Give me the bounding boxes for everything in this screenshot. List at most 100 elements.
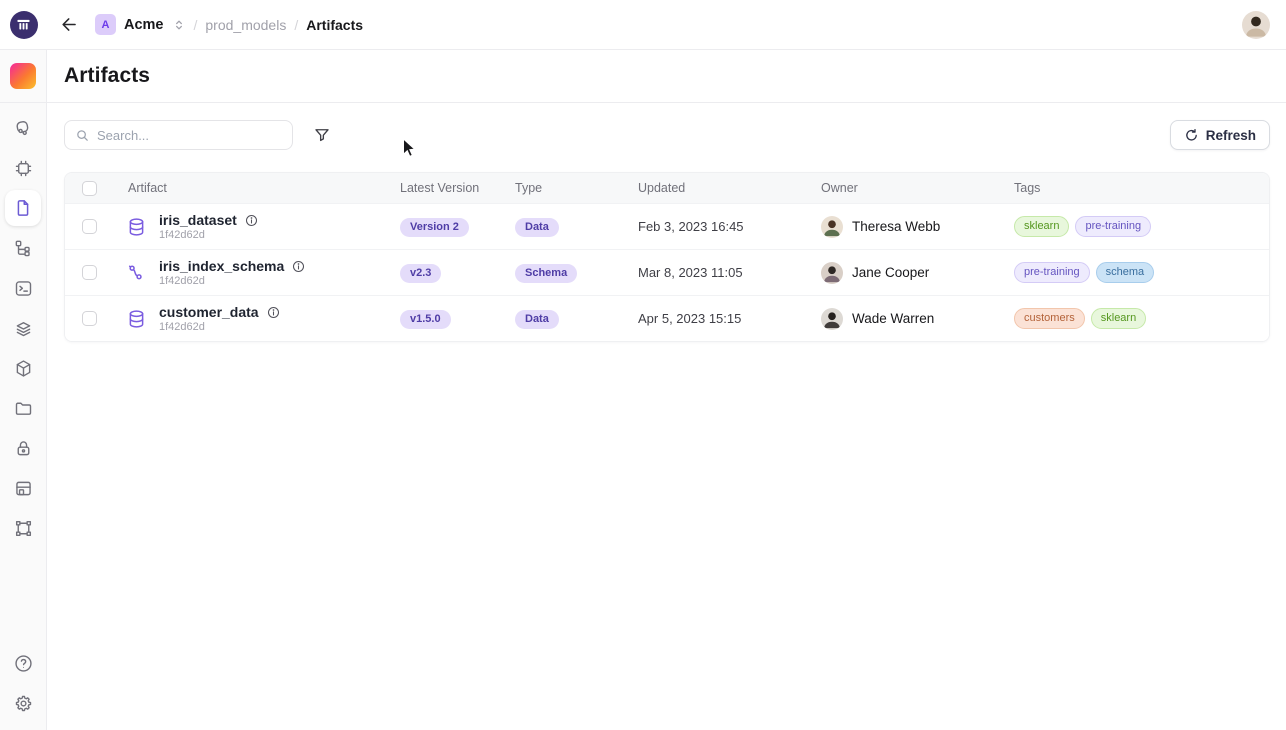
org-name[interactable]: Acme [124,17,164,33]
artifact-hash: 1f42d62d [159,321,281,333]
sidebar-item-lineage[interactable] [3,228,43,268]
sidebar [0,50,47,730]
column-header-artifact[interactable]: Artifact [111,181,400,195]
column-header-type[interactable]: Type [515,181,638,195]
owner-avatar [821,308,843,330]
topbar: A Acme / prod_models / Artifacts [0,0,1286,50]
updated-timestamp: Feb 3, 2023 16:45 [638,219,821,234]
tag[interactable]: sklearn [1014,216,1069,237]
version-badge[interactable]: Version 2 [400,218,469,237]
terminal-icon [13,278,34,299]
table-row[interactable]: iris_index_schema 1f42d62d v2.3 Schema M… [65,249,1269,295]
chip-icon [13,158,34,179]
tag[interactable]: schema [1096,262,1155,283]
updated-timestamp: Mar 8, 2023 11:05 [638,265,821,280]
sidebar-item-sweeps[interactable] [3,108,43,148]
lasso-icon [13,118,34,139]
select-all-checkbox[interactable] [82,181,97,196]
org-badge[interactable]: A [95,14,116,35]
sidebar-item-store[interactable] [3,468,43,508]
type-badge[interactable]: Schema [515,264,577,283]
table-row[interactable]: iris_dataset 1f42d62d Version 2 Data Feb… [65,203,1269,249]
artifacts-table: Artifact Latest Version Type Updated Own… [64,172,1270,342]
sidebar-item-terminal[interactable] [3,268,43,308]
artifact-name[interactable]: customer_data [159,304,259,320]
owner-name: Jane Cooper [852,265,929,280]
owner-avatar [821,262,843,284]
tag[interactable]: customers [1014,308,1085,329]
page-title: Artifacts [64,64,150,88]
torii-logo-icon [10,11,38,39]
refresh-label: Refresh [1206,128,1256,143]
sidebar-item-files[interactable] [3,388,43,428]
gear-icon [13,693,34,714]
info-icon[interactable] [291,259,306,274]
toolbar: Refresh [64,120,1270,150]
row-checkbox[interactable] [82,311,97,326]
schema-icon [126,262,147,284]
artifact-name[interactable]: iris_dataset [159,212,237,228]
search-box[interactable] [64,120,293,150]
search-input[interactable] [97,128,282,143]
frame-icon [13,518,34,539]
arrow-left-icon [60,15,79,34]
back-button[interactable] [55,11,83,39]
type-badge[interactable]: Data [515,218,559,237]
sidebar-item-settings[interactable] [3,683,43,723]
filter-button[interactable] [310,123,334,147]
sidebar-item-frames[interactable] [3,508,43,548]
sidebar-item-help[interactable] [3,643,43,683]
updated-timestamp: Apr 5, 2023 15:15 [638,311,821,326]
sidebar-item-packages[interactable] [3,348,43,388]
sidebar-item-secrets[interactable] [3,428,43,468]
tag[interactable]: pre-training [1075,216,1151,237]
column-header-owner[interactable]: Owner [821,181,1014,195]
storefront-icon [13,478,34,499]
info-icon[interactable] [244,213,259,228]
row-checkbox[interactable] [82,265,97,280]
app-logo[interactable] [0,11,47,39]
refresh-button[interactable]: Refresh [1170,120,1270,150]
artifact-hash: 1f42d62d [159,275,306,287]
column-header-updated[interactable]: Updated [638,181,821,195]
artifact-name[interactable]: iris_index_schema [159,258,284,274]
sidebar-item-layers[interactable] [3,308,43,348]
tag[interactable]: sklearn [1091,308,1146,329]
database-icon [126,308,147,330]
row-checkbox[interactable] [82,219,97,234]
breadcrumb-separator: / [194,17,198,33]
tree-icon [13,238,34,259]
user-avatar[interactable] [1242,11,1270,39]
info-icon[interactable] [266,305,281,320]
funnel-icon [313,126,331,144]
help-icon [13,653,34,674]
version-badge[interactable]: v1.5.0 [400,310,451,329]
folder-icon [13,398,34,419]
refresh-icon [1184,128,1199,143]
breadcrumb-separator: / [294,17,298,33]
breadcrumb: A Acme / prod_models / Artifacts [95,14,363,35]
version-badge[interactable]: v2.3 [400,264,441,283]
lock-icon [13,438,34,459]
owner-avatar [821,216,843,238]
sidebar-item-artifacts[interactable] [3,188,43,228]
breadcrumb-page[interactable]: Artifacts [306,17,363,33]
owner-name: Wade Warren [852,311,934,326]
breadcrumb-project[interactable]: prod_models [205,17,286,33]
search-icon [75,128,90,143]
layers-icon [13,318,34,339]
database-icon [126,216,147,238]
artifact-hash: 1f42d62d [159,229,259,241]
column-header-latest-version[interactable]: Latest Version [400,181,515,195]
document-icon [13,198,33,218]
sidebar-item-processor[interactable] [3,148,43,188]
column-header-tags[interactable]: Tags [1014,181,1269,195]
table-header: Artifact Latest Version Type Updated Own… [65,173,1269,203]
tag[interactable]: pre-training [1014,262,1090,283]
owner-name: Theresa Webb [852,219,940,234]
chevron-up-down-icon[interactable] [172,18,186,32]
project-gradient-icon[interactable] [10,63,36,89]
table-row[interactable]: customer_data 1f42d62d v1.5.0 Data Apr 5… [65,295,1269,341]
type-badge[interactable]: Data [515,310,559,329]
cube-icon [13,358,34,379]
